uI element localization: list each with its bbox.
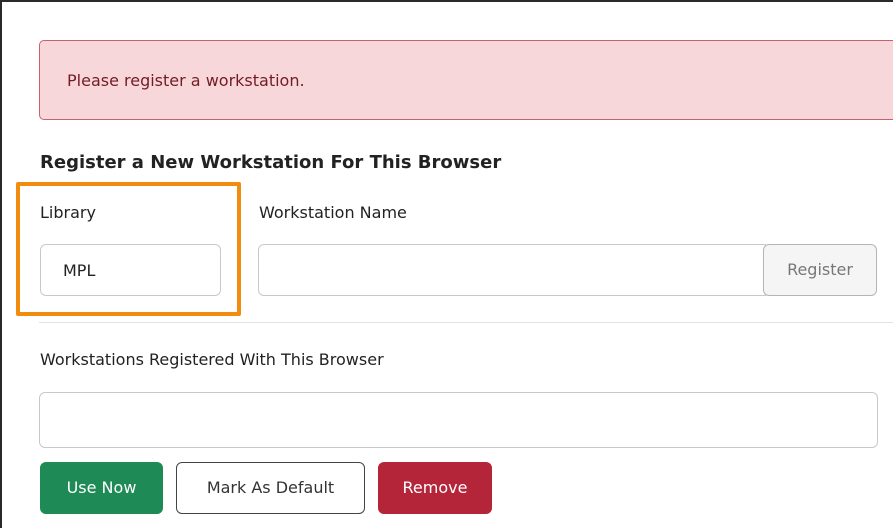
section-divider xyxy=(39,322,893,323)
remove-button[interactable]: Remove xyxy=(378,462,492,514)
registered-workstations-select[interactable] xyxy=(39,392,878,448)
registered-workstations-label: Workstations Registered With This Browse… xyxy=(40,350,384,369)
use-now-button[interactable]: Use Now xyxy=(40,462,163,514)
library-input[interactable] xyxy=(40,244,221,296)
register-section-title: Register a New Workstation For This Brow… xyxy=(40,152,502,173)
page-frame: Please register a workstation. Register … xyxy=(0,0,893,528)
mark-default-button[interactable]: Mark As Default xyxy=(176,462,365,514)
library-label: Library xyxy=(40,203,96,222)
alert-message: Please register a workstation. xyxy=(67,71,305,90)
register-button[interactable]: Register xyxy=(763,244,877,296)
workstation-name-input[interactable] xyxy=(258,244,766,296)
alert-danger: Please register a workstation. xyxy=(39,40,893,120)
workstation-name-label: Workstation Name xyxy=(259,203,407,222)
